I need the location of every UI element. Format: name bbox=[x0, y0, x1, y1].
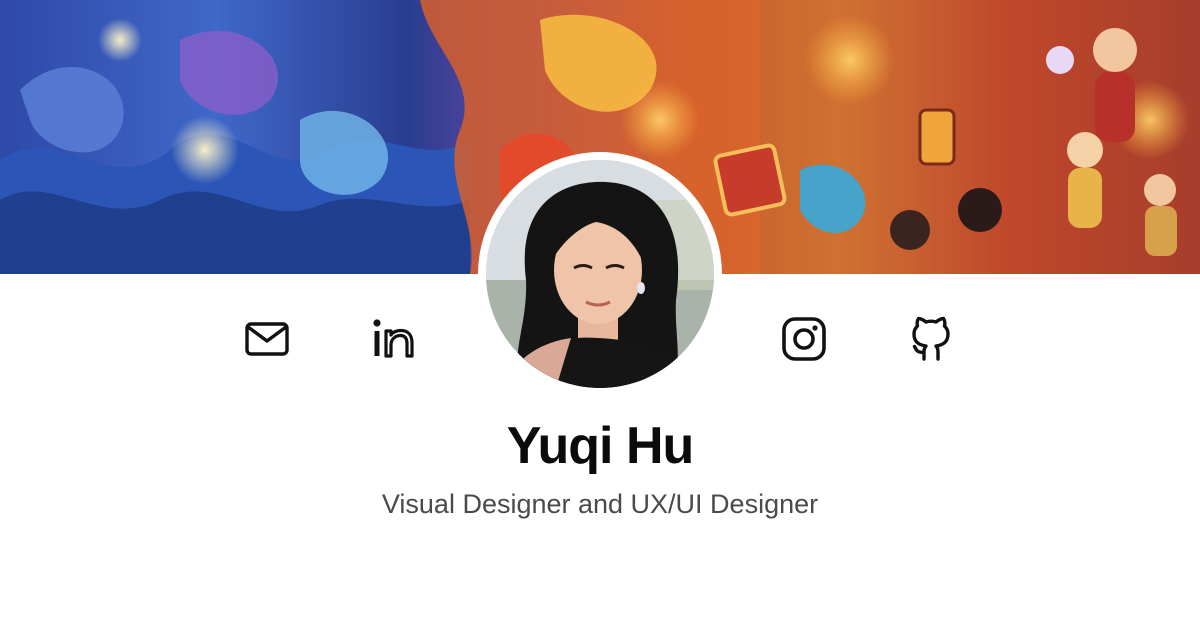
avatar-frame bbox=[478, 152, 722, 396]
github-icon[interactable] bbox=[906, 312, 956, 366]
instagram-icon-glyph bbox=[782, 317, 826, 361]
instagram-icon[interactable] bbox=[779, 312, 829, 366]
linkedin-icon-glyph bbox=[373, 319, 414, 358]
avatar bbox=[486, 160, 714, 388]
profile-photo bbox=[486, 160, 714, 388]
mail-icon[interactable] bbox=[242, 312, 292, 366]
profile-subtitle: Visual Designer and UX/UI Designer bbox=[381, 489, 819, 519]
github-icon-glyph bbox=[912, 316, 950, 361]
mail-icon-glyph bbox=[245, 322, 289, 356]
linkedin-icon[interactable] bbox=[368, 312, 418, 366]
profile-name: Yuqi Hu bbox=[506, 417, 695, 475]
